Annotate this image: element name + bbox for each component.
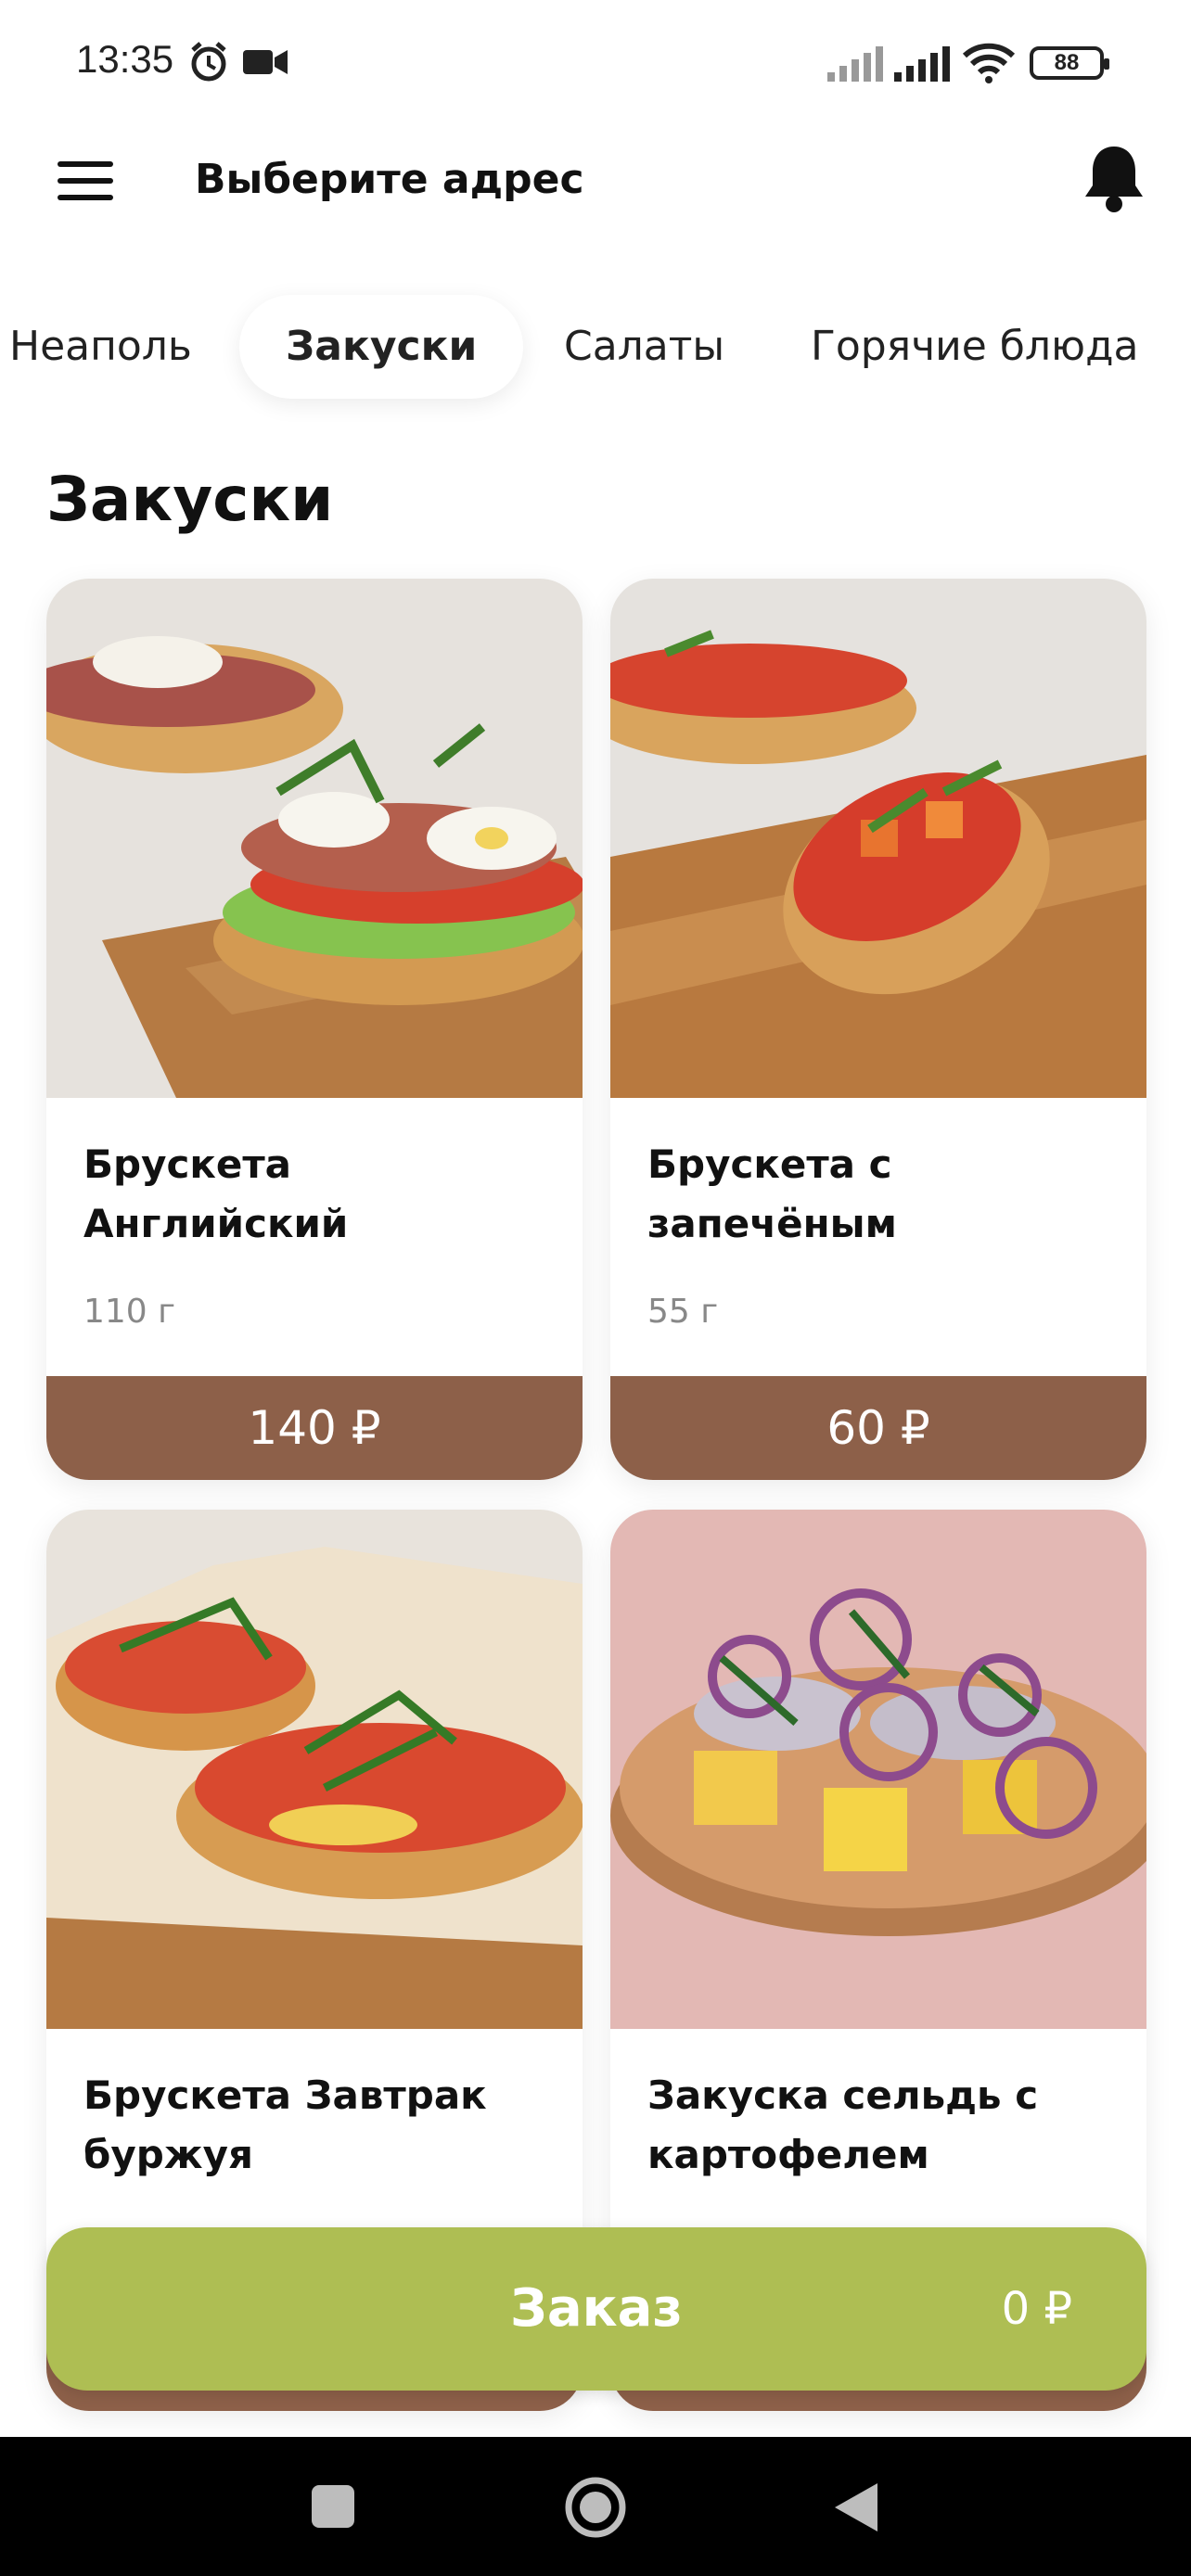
video-camera-icon xyxy=(243,50,288,74)
signal-icon xyxy=(827,46,883,82)
status-bar: 13:35 88 xyxy=(0,0,1191,130)
address-selector[interactable]: Выберите адрес xyxy=(195,156,584,203)
battery-icon: 88 xyxy=(1030,46,1109,80)
product-name: Брускета с запечёным xyxy=(647,1141,897,1246)
order-button[interactable]: Заказ 0 ₽ xyxy=(46,2227,1146,2391)
product-price-button[interactable]: 140 ₽ xyxy=(46,1376,583,1480)
alarm-icon xyxy=(191,42,226,82)
product-price-button[interactable]: 60 ₽ xyxy=(610,1376,1146,1480)
product-name: Брускета Английский xyxy=(83,1141,349,1246)
app-header: Выберите адрес xyxy=(0,130,1191,232)
product-weight: 110 г xyxy=(83,1293,176,1331)
order-label: Заказ xyxy=(510,2278,683,2339)
order-total: 0 ₽ xyxy=(1001,2283,1072,2335)
tab-hot-dishes[interactable]: Горячие блюда xyxy=(811,295,1138,399)
product-name: Закуска сельдь с картофелем xyxy=(647,2072,1039,2177)
category-tabs: Неаполь Закуски Салаты Горячие блюда xyxy=(0,278,1191,417)
wifi-icon xyxy=(963,43,1015,83)
tab-naples[interactable]: Неаполь xyxy=(9,295,192,399)
product-weight: 55 г xyxy=(647,1293,719,1331)
product-image xyxy=(610,1510,1146,2029)
tab-salads[interactable]: Салаты xyxy=(564,295,724,399)
recent-apps-icon[interactable] xyxy=(310,2483,356,2530)
product-name: Брускета Завтрак буржуя xyxy=(83,2072,487,2177)
product-image xyxy=(46,1510,583,2029)
product-image xyxy=(46,579,583,1098)
signal-icon xyxy=(894,46,950,82)
back-icon[interactable] xyxy=(833,2481,879,2533)
tab-appetizers[interactable]: Закуски xyxy=(239,295,524,399)
product-image xyxy=(610,579,1146,1098)
menu-icon[interactable] xyxy=(58,161,115,202)
section-title: Закуски xyxy=(46,464,334,535)
system-nav-bar xyxy=(0,2437,1191,2576)
home-icon[interactable] xyxy=(564,2476,627,2539)
product-card[interactable]: Брускета Английский 110 г 140 ₽ xyxy=(46,579,583,1480)
status-time: 13:35 xyxy=(76,37,174,81)
product-card[interactable]: Брускета с запечёным 55 г 60 ₽ xyxy=(610,579,1146,1480)
bell-icon[interactable] xyxy=(1083,143,1145,213)
